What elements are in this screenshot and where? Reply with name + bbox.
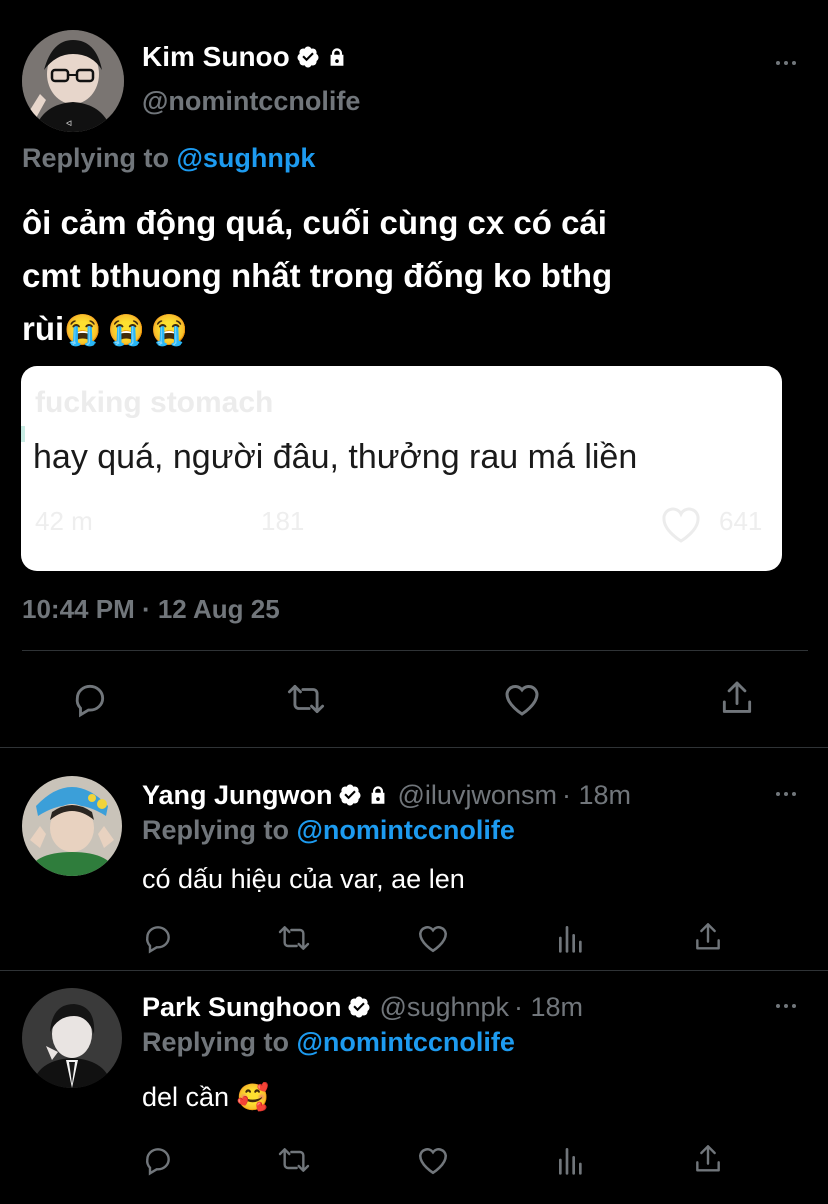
avatar[interactable] [22, 776, 122, 876]
reply-icon[interactable] [142, 1144, 174, 1176]
reply-icon[interactable] [142, 922, 174, 954]
avatar-image [22, 988, 122, 1088]
faded-accent [21, 426, 25, 442]
svg-text:ᐊ: ᐊ [66, 119, 72, 128]
faded-like-count: 641 [719, 506, 763, 536]
faded-comment-author: fucking stomach [35, 386, 274, 419]
faded-comment-replies: 181 [261, 506, 305, 536]
timestamp[interactable]: 10:44 PM · 12 Aug 25 [22, 594, 280, 625]
attached-image[interactable]: fucking stomach hay quá, người đâu, thưở… [21, 366, 782, 571]
retweet-icon[interactable] [276, 1144, 312, 1176]
verified-badge-icon [296, 45, 320, 69]
replying-prefix: Replying to [22, 143, 169, 173]
reply-text: có dấu hiệu của var, ae len [142, 864, 465, 894]
crying-emoji: 😭😭😭 [64, 314, 195, 347]
analytics-icon[interactable] [556, 1144, 586, 1176]
lock-icon [326, 46, 348, 68]
reply-icon[interactable] [71, 680, 109, 718]
replying-to: Replying to @nomintccnolife [142, 1027, 515, 1058]
tweet-text-line: ôi cảm động quá, cuối cùng cx có cái [22, 204, 607, 241]
avatar[interactable]: ᐊ [22, 30, 124, 132]
retweet-icon[interactable] [276, 922, 312, 954]
divider [0, 747, 828, 748]
verified-badge-icon [338, 783, 362, 807]
display-name[interactable]: Park Sunghoon [142, 992, 342, 1023]
replying-handle-link[interactable]: @sughnpk [177, 143, 316, 173]
avatar-image: ᐊ [22, 30, 124, 132]
tweet-text: ôi cảm động quá, cuối cùng cx có cái cmt… [22, 196, 612, 355]
verified-badge-icon [347, 995, 371, 1019]
handle[interactable]: @iluvjwonsm [398, 780, 557, 811]
like-icon[interactable] [502, 680, 542, 718]
post-time[interactable]: · 18m [514, 992, 583, 1023]
replying-handle-link[interactable]: @nomintccnolife [297, 815, 515, 845]
tweet-text-line: cmt bthuong nhất trong đống ko bthg [22, 257, 613, 294]
divider [22, 650, 808, 651]
like-icon[interactable] [416, 922, 450, 954]
divider [0, 970, 828, 971]
analytics-icon[interactable] [556, 922, 586, 954]
replying-handle-link[interactable]: @nomintccnolife [297, 1027, 515, 1057]
share-icon[interactable] [718, 678, 756, 718]
faded-heart-icon [657, 502, 705, 544]
replying-to: Replying to @sughnpk [22, 143, 315, 174]
handle[interactable]: @nomintccnolife [142, 86, 360, 117]
tweet-text-end: rùi [22, 310, 65, 347]
post-time[interactable]: · 18m [562, 780, 631, 811]
comment-text: hay quá, người đâu, thưởng rau má liền [33, 438, 638, 476]
replying-to: Replying to @nomintccnolife [142, 815, 515, 846]
more-icon[interactable] [776, 792, 796, 796]
faded-comment-time: 42 m [35, 506, 93, 536]
more-icon[interactable] [776, 61, 796, 65]
more-icon[interactable] [776, 1004, 796, 1008]
share-icon[interactable] [692, 920, 724, 954]
smiling-hearts-emoji: 🥰 [236, 1082, 269, 1112]
share-icon[interactable] [692, 1142, 724, 1176]
handle[interactable]: @sughnpk [380, 992, 510, 1023]
lock-icon [367, 784, 389, 806]
avatar[interactable] [22, 988, 122, 1088]
display-name[interactable]: Yang Jungwon [142, 780, 333, 811]
display-name[interactable]: Kim Sunoo [142, 41, 290, 73]
reply-text: del cần [142, 1082, 230, 1112]
tweet-text-line: rùi😭😭😭 [22, 302, 612, 355]
like-icon[interactable] [416, 1144, 450, 1176]
replying-prefix: Replying to [142, 815, 289, 845]
replying-prefix: Replying to [142, 1027, 289, 1057]
retweet-icon[interactable] [285, 680, 327, 718]
avatar-image [22, 776, 122, 876]
reply-text-row: del cần 🥰 [142, 1082, 269, 1113]
